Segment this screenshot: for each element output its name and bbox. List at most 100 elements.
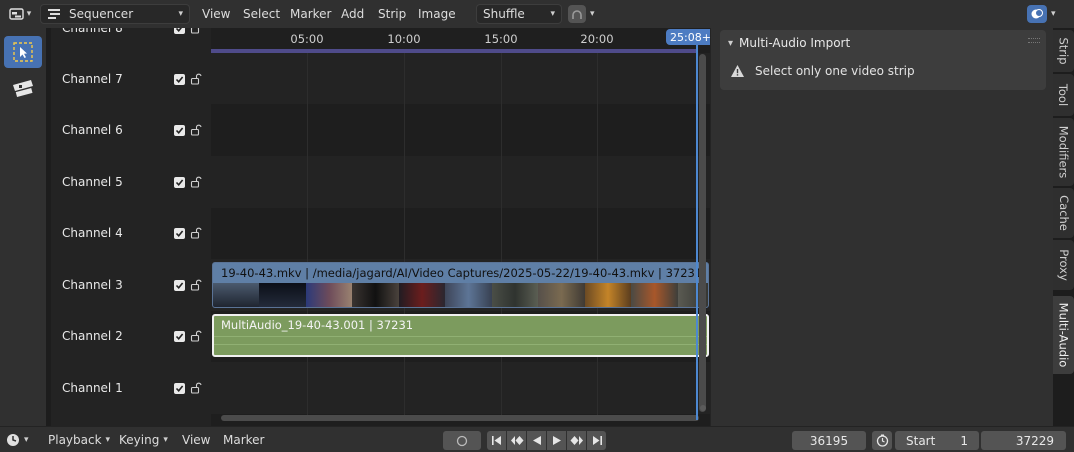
tab-modifiers[interactable]: Modifiers (1053, 118, 1074, 186)
panel-header[interactable]: ▾ Multi-Audio Import (728, 36, 850, 50)
playback-controls (487, 431, 606, 450)
sequencer-editor-icon (9, 8, 24, 20)
chevron-down-icon: ▾ (163, 435, 168, 445)
tab-multi-audio[interactable]: Multi-Audio (1053, 296, 1074, 374)
playhead[interactable] (696, 36, 698, 420)
timeline-editor-type-button[interactable]: ▾ (6, 427, 29, 452)
unlock-icon[interactable] (190, 124, 202, 136)
sequencer-view-icon (48, 9, 60, 19)
channel-row[interactable]: Channel 1 (51, 378, 211, 398)
clock-icon (7, 434, 19, 446)
end-frame-field[interactable]: 37229 (981, 431, 1066, 450)
checkmark-icon (175, 178, 184, 186)
channel-row[interactable]: Channel 4 (51, 223, 211, 243)
chevron-down-icon: ▾ (178, 9, 183, 19)
checkmark-icon (175, 126, 184, 134)
channel-mute-checkbox[interactable] (174, 227, 185, 239)
chevron-down-icon: ▾ (550, 9, 555, 19)
channel-name: Channel 2 (62, 329, 123, 343)
menu-image[interactable]: Image (418, 0, 456, 28)
movie-strip[interactable]: 19-40-43.mkv | /media/jagard/AI/Video Ca… (212, 262, 709, 308)
tab-cache[interactable]: Cache (1053, 188, 1074, 238)
channel-row[interactable]: Channel 5 (51, 172, 211, 192)
channel-row[interactable]: Channel 7 (51, 69, 211, 89)
playback-menu[interactable]: Playback ▾ (48, 427, 110, 452)
channel-row[interactable]: Channel 3 (51, 275, 211, 295)
footer-menu-view[interactable]: View (182, 427, 210, 452)
checkmark-icon (175, 28, 182, 32)
menu-view[interactable]: View (202, 0, 230, 28)
channel-name: Channel 5 (62, 175, 123, 189)
overlay-toggle[interactable]: ▾ (1027, 4, 1067, 24)
time-ruler[interactable]: 05:00 10:00 15:00 20:00 (211, 28, 710, 50)
audio-waveform (214, 344, 707, 345)
unlock-icon[interactable] (190, 330, 202, 342)
channel-mute-checkbox[interactable] (174, 124, 185, 136)
play-reverse-button[interactable] (527, 431, 546, 450)
blade-tool[interactable] (4, 71, 42, 103)
channel-mute-checkbox[interactable] (174, 176, 185, 188)
blade-icon (13, 80, 33, 97)
jump-end-button[interactable] (587, 431, 606, 450)
channel-mute-checkbox[interactable] (174, 279, 185, 291)
footer-menu-marker[interactable]: Marker (223, 427, 264, 452)
channel-mute-checkbox[interactable] (174, 28, 185, 34)
channel-row[interactable]: Channel 2 (51, 326, 211, 346)
timeline-area[interactable]: 05:00 10:00 15:00 20:00 19-40-43.mkv | /… (211, 28, 710, 426)
overlap-mode-select[interactable]: Shuffle ▾ (476, 4, 562, 24)
audio-strip[interactable]: MultiAudio_19-40-43.001 | 37231 (212, 314, 709, 357)
channel-row[interactable]: Channel 6 (51, 120, 211, 140)
menu-add[interactable]: Add (341, 0, 364, 28)
prev-keyframe-button[interactable] (507, 431, 526, 450)
tab-strip[interactable]: Strip (1053, 30, 1074, 72)
select-box-tool[interactable] (4, 36, 42, 68)
drag-handle-icon[interactable] (1028, 38, 1040, 43)
snap-toggle[interactable]: ▾ (566, 4, 606, 24)
current-frame-field[interactable]: 36195 (792, 431, 866, 450)
channel-row[interactable]: Channel 8 (51, 28, 211, 38)
channel-mute-checkbox[interactable] (174, 330, 185, 342)
scrollbar-handle[interactable] (700, 405, 706, 411)
tab-tool[interactable]: Tool (1053, 74, 1074, 116)
play-button[interactable] (547, 431, 566, 450)
grid-line (501, 50, 502, 420)
channel-mute-checkbox[interactable] (174, 73, 185, 85)
play-icon (552, 436, 561, 445)
horizontal-scrollbar[interactable] (221, 415, 699, 421)
editor-type-button[interactable]: ▾ (4, 3, 36, 25)
vertical-scrollbar[interactable] (699, 54, 706, 412)
checkmark-icon (175, 229, 184, 237)
movie-strip-label: 19-40-43.mkv | /media/jagard/AI/Video Ca… (221, 266, 703, 280)
next-keyframe-button[interactable] (567, 431, 586, 450)
audio-strip-label: MultiAudio_19-40-43.001 | 37231 (221, 318, 414, 332)
channel-mute-checkbox[interactable] (174, 382, 185, 394)
unlock-icon[interactable] (190, 176, 202, 188)
unlock-icon[interactable] (190, 382, 202, 394)
menu-marker[interactable]: Marker (290, 0, 331, 28)
menu-select[interactable]: Select (243, 0, 280, 28)
ruler-label: 15:00 (484, 32, 518, 46)
jump-start-button[interactable] (487, 431, 506, 450)
unlock-icon[interactable] (190, 279, 202, 291)
play-reverse-icon (532, 436, 541, 445)
timeline-header: ▾ Playback ▾ Keying ▾ View Marker 36195 (0, 426, 1074, 452)
strip-thumbnails (213, 283, 708, 307)
multi-audio-panel: ▾ Multi-Audio Import Select only one vid… (720, 30, 1046, 90)
tab-proxy[interactable]: Proxy (1053, 240, 1074, 290)
view-type-select[interactable]: Sequencer ▾ (40, 4, 190, 24)
channel-name: Channel 7 (62, 72, 123, 86)
channel-name: Channel 6 (62, 123, 123, 137)
grid-line (307, 50, 308, 420)
menu-strip[interactable]: Strip (378, 0, 406, 28)
keying-label: Keying (119, 433, 160, 447)
playhead-time[interactable]: 25:08+08 (666, 29, 710, 45)
auto-keying-toggle[interactable] (443, 431, 481, 450)
unlock-icon[interactable] (190, 28, 202, 34)
keying-menu[interactable]: Keying ▾ (119, 427, 168, 452)
start-frame-field[interactable]: Start 1 (895, 431, 979, 450)
preview-range-toggle[interactable] (872, 431, 892, 450)
unlock-icon[interactable] (190, 227, 202, 239)
unlock-icon[interactable] (190, 73, 202, 85)
checkmark-icon (175, 332, 184, 340)
panel-title: Multi-Audio Import (739, 36, 851, 50)
